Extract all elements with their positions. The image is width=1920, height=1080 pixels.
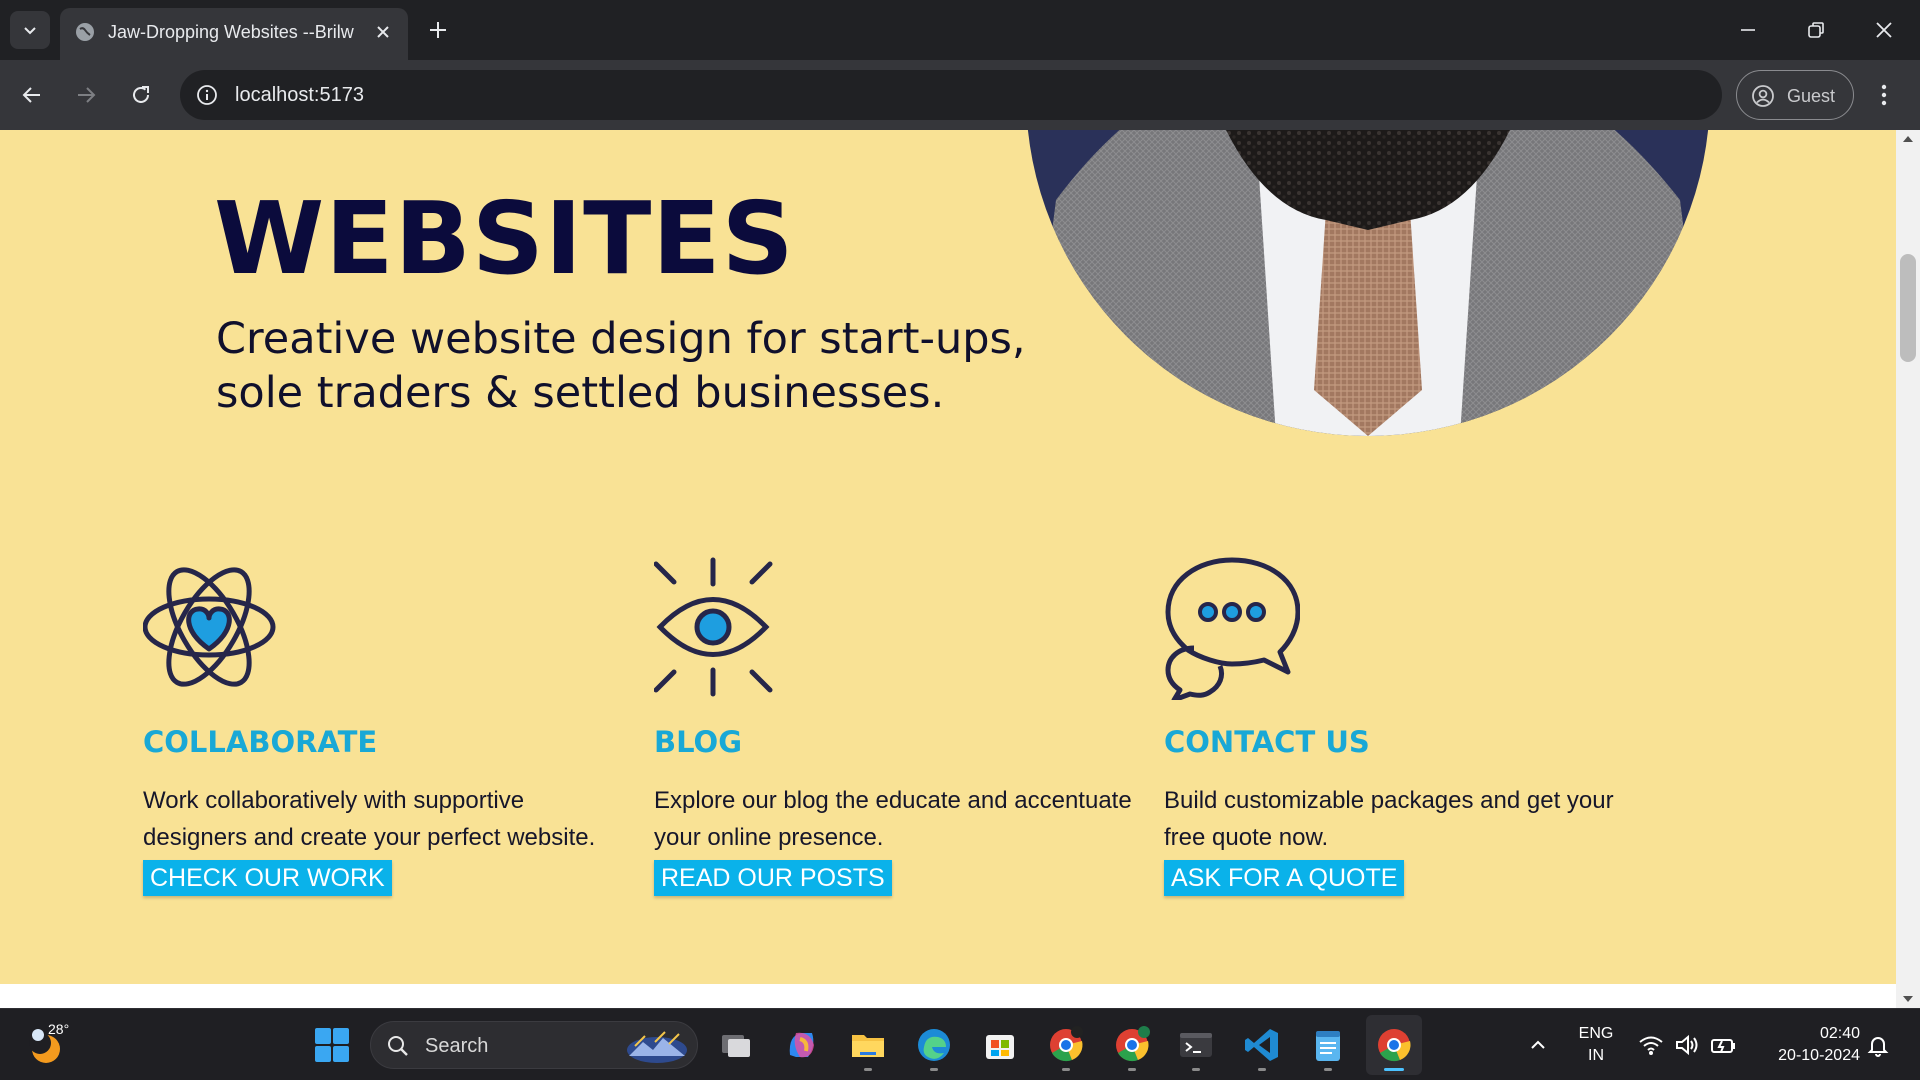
profile-button[interactable]: Guest — [1736, 70, 1854, 120]
feature-title: CONTACT US — [1164, 725, 1370, 759]
hero-heading: WEBSITES — [214, 180, 795, 297]
windows-start-icon[interactable] — [312, 1025, 352, 1065]
search-highlight-image — [627, 1031, 687, 1063]
clock-time: 02:40 — [1819, 1025, 1860, 1042]
reload-icon[interactable] — [129, 83, 153, 107]
taskbar-search[interactable]: Search — [370, 1021, 698, 1069]
running-indicator — [1128, 1068, 1136, 1071]
microsoft-store-icon[interactable] — [980, 1025, 1020, 1065]
ask-for-quote-button[interactable]: ASK FOR A QUOTE — [1164, 860, 1405, 896]
page-viewport: WEBSITES Creative website design for sta… — [0, 130, 1896, 1008]
atom-heart-icon — [143, 567, 276, 687]
check-our-work-button[interactable]: CHECK OUR WORK — [143, 860, 392, 896]
tab-search-button[interactable] — [10, 11, 50, 49]
taskbar: 28° Search ENG IN 02:40 20-10-2024 — [0, 1008, 1920, 1080]
browser-tab[interactable]: Jaw-Dropping Websites --Brilw — [60, 8, 408, 60]
feature-title: COLLABORATE — [143, 725, 378, 759]
search-icon — [388, 1036, 408, 1056]
battery-icon[interactable] — [1710, 1033, 1736, 1057]
chrome-icon[interactable] — [1374, 1025, 1414, 1065]
vscode-icon[interactable] — [1242, 1025, 1282, 1065]
task-view-icon[interactable] — [716, 1025, 756, 1065]
read-our-posts-button[interactable]: READ OUR POSTS — [654, 860, 892, 896]
close-window-icon[interactable] — [1872, 18, 1896, 42]
browser-toolbar: localhost:5173 Guest — [0, 60, 1920, 130]
running-indicator — [1062, 1068, 1070, 1071]
region-code: IN — [1588, 1047, 1604, 1064]
site-info-icon[interactable] — [196, 84, 218, 106]
running-indicator — [930, 1068, 938, 1071]
active-indicator — [1384, 1068, 1404, 1071]
search-label: Search — [425, 1035, 489, 1057]
screen: Jaw-Dropping Websites --Brilw localhost:… — [0, 0, 1920, 1080]
close-tab-icon[interactable] — [372, 21, 394, 43]
feature-description: Work collaboratively with supportive des… — [143, 787, 596, 851]
running-indicator — [864, 1068, 872, 1071]
scroll-up-arrow-icon[interactable] — [1903, 136, 1913, 142]
minimize-icon[interactable] — [1736, 18, 1760, 42]
new-tab-icon[interactable] — [426, 18, 450, 42]
account-icon — [1752, 85, 1774, 107]
next-section-edge — [0, 984, 1896, 1008]
notepad-icon[interactable] — [1308, 1025, 1348, 1065]
scroll-thumb[interactable] — [1900, 254, 1916, 362]
terminal-icon[interactable] — [1176, 1025, 1216, 1065]
file-explorer-icon[interactable] — [848, 1025, 888, 1065]
running-indicator — [1258, 1068, 1266, 1071]
restore-icon[interactable] — [1804, 18, 1828, 42]
eye-icon — [654, 557, 773, 697]
tab-title: Jaw-Dropping Websites --Brilw — [108, 22, 354, 42]
chat-bubbles-icon — [1165, 557, 1300, 700]
back-icon[interactable] — [20, 83, 44, 107]
feature-description: Explore our blog the educate and accentu… — [654, 787, 1132, 851]
chevron-up-icon[interactable] — [1528, 1035, 1548, 1055]
forward-icon[interactable] — [74, 83, 98, 107]
hero-portrait-image — [1026, 130, 1710, 436]
hero-subheading: Creative website design for start-ups, s… — [216, 314, 1026, 418]
system-clock[interactable]: 02:40 20-10-2024 — [1750, 1023, 1860, 1067]
feature-description: Build customizable packages and get your… — [1164, 787, 1614, 851]
language-code: ENG — [1578, 1025, 1614, 1042]
profile-label: Guest — [1787, 86, 1836, 106]
url-text[interactable]: localhost:5173 — [235, 83, 364, 107]
volume-icon[interactable] — [1674, 1033, 1700, 1057]
globe-icon — [76, 23, 94, 41]
feature-title: BLOG — [654, 725, 743, 759]
language-indicator[interactable]: ENG IN — [1574, 1023, 1618, 1067]
clock-date: 20-10-2024 — [1778, 1047, 1860, 1064]
copilot-icon[interactable] — [782, 1025, 822, 1065]
chevron-down-icon — [24, 27, 36, 35]
page-scrollbar[interactable] — [1896, 130, 1920, 1008]
more-menu-icon[interactable] — [1872, 82, 1896, 108]
running-indicator — [1324, 1068, 1332, 1071]
weather-temperature: 28° — [48, 1021, 70, 1037]
address-bar[interactable]: localhost:5173 — [180, 70, 1722, 120]
scroll-down-arrow-icon[interactable] — [1903, 996, 1913, 1002]
running-indicator — [1192, 1068, 1200, 1071]
edge-icon[interactable] — [914, 1025, 954, 1065]
chrome-profile-icon[interactable] — [1112, 1025, 1152, 1065]
notification-bell-icon[interactable] — [1866, 1033, 1890, 1057]
wifi-icon[interactable] — [1638, 1033, 1664, 1057]
browser-titlebar: Jaw-Dropping Websites --Brilw — [0, 0, 1920, 60]
chrome-profile-icon[interactable] — [1046, 1025, 1086, 1065]
